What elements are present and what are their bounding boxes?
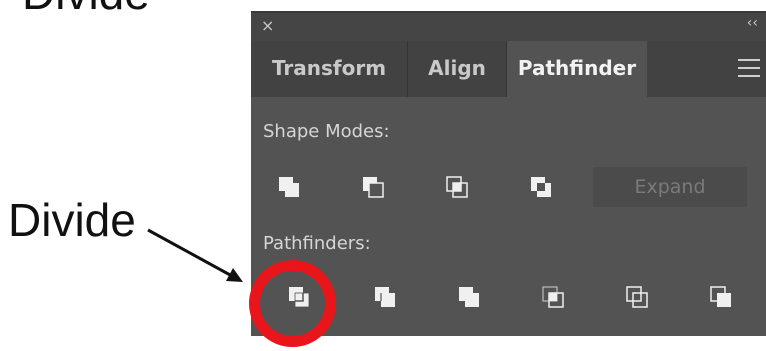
merge-button[interactable]	[449, 277, 489, 317]
collapse-icon[interactable]: ‹‹	[747, 15, 758, 31]
crop-icon	[542, 286, 564, 308]
merge-icon	[459, 287, 479, 307]
tab-align[interactable]: Align	[408, 41, 507, 97]
intersect-button[interactable]	[437, 167, 477, 207]
tab-transform[interactable]: Transform	[251, 41, 408, 97]
divide-highlight-circle	[249, 260, 336, 347]
minus-back-button[interactable]	[701, 277, 741, 317]
pathfinders-label: Pathfinders:	[263, 233, 371, 254]
expand-button[interactable]: Expand	[593, 167, 747, 207]
outline-button[interactable]	[617, 277, 657, 317]
trim-button[interactable]	[365, 277, 405, 317]
unite-button[interactable]	[269, 167, 309, 207]
trim-icon	[375, 287, 395, 307]
outline-icon	[626, 286, 648, 308]
minus-front-icon	[363, 177, 384, 198]
exclude-button[interactable]	[521, 167, 561, 207]
shape-modes-label: Shape Modes:	[263, 121, 390, 142]
close-icon[interactable]: ×	[261, 16, 274, 35]
intersect-icon	[446, 176, 468, 198]
unite-icon	[279, 177, 299, 197]
hamburger-menu-icon[interactable]	[738, 59, 760, 79]
tab-bar: Transform Align Pathfinder	[251, 41, 766, 97]
panel-title-strip: × ‹‹	[251, 13, 766, 41]
minus-back-icon	[710, 286, 731, 307]
crop-button[interactable]	[533, 277, 573, 317]
tab-pathfinder[interactable]: Pathfinder	[507, 41, 647, 97]
top-caption: Divide	[22, 0, 150, 16]
divide-callout-label: Divide	[8, 194, 136, 246]
minus-front-button[interactable]	[353, 167, 393, 207]
exclude-icon	[531, 177, 551, 197]
